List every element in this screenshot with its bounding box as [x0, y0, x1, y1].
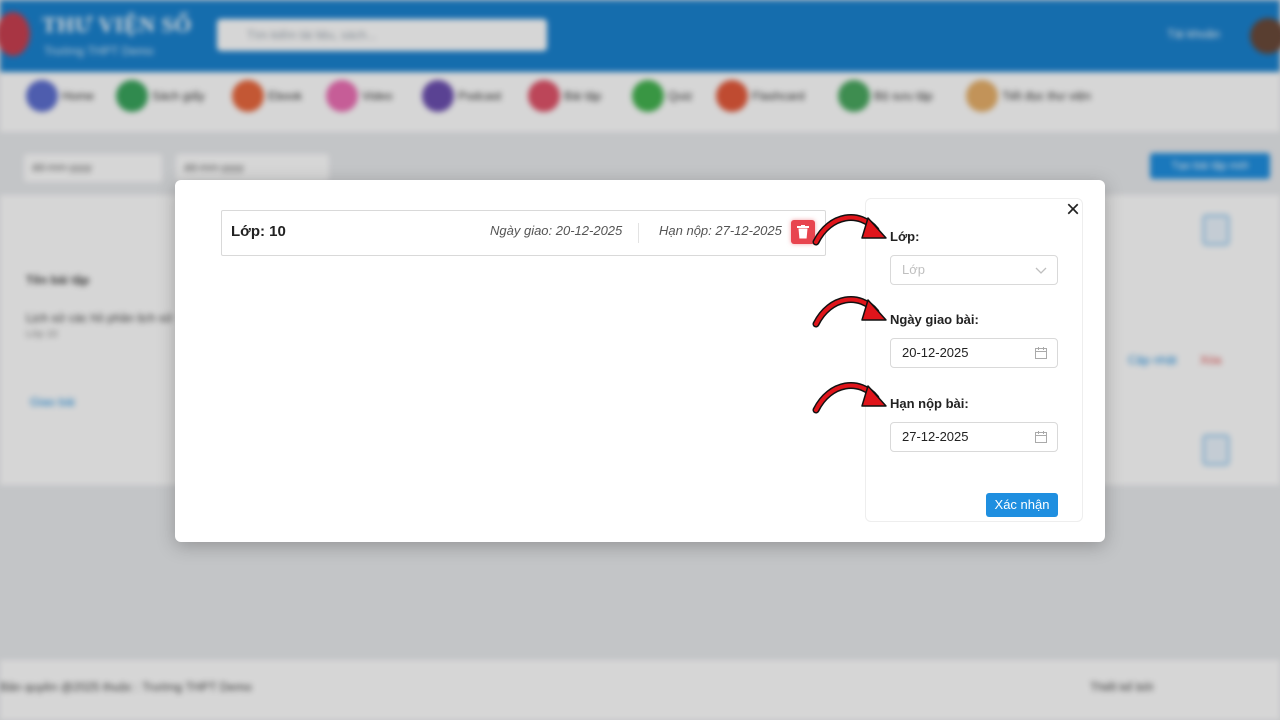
class-label: Lớp: 10: [231, 223, 286, 240]
divider: [638, 223, 639, 243]
annotation-arrow: [812, 214, 887, 246]
due-date-picker[interactable]: 27-12-2025: [890, 422, 1058, 452]
assign-form: Lớp: Lớp Ngày giao bài: 20-12-2025 Hạn n…: [865, 198, 1083, 522]
calendar-icon: [1035, 431, 1047, 443]
due-field-label: Hạn nộp bài:: [890, 396, 969, 411]
confirm-button[interactable]: Xác nhận: [986, 493, 1058, 517]
annotation-arrow: [812, 382, 887, 414]
assign-modal: × Lớp: 10 Ngày giao: 20-12-2025 Hạn nộp:…: [175, 180, 1105, 542]
trash-icon: [797, 225, 809, 239]
due-date-value: 27-12-2025: [902, 429, 969, 444]
class-select-placeholder: Lớp: [902, 262, 925, 277]
assign-date: Ngày giao: 20-12-2025: [490, 223, 623, 238]
calendar-icon: [1035, 347, 1047, 359]
assign-field-label: Ngày giao bài:: [890, 312, 979, 327]
assign-date-value: 20-12-2025: [902, 345, 969, 360]
class-field-label: Lớp:: [890, 229, 920, 244]
chevron-down-icon: [1035, 267, 1047, 274]
annotation-arrow: [812, 296, 887, 328]
class-select[interactable]: Lớp: [890, 255, 1058, 285]
assigned-class-card: Lớp: 10 Ngày giao: 20-12-2025 Hạn nộp: 2…: [221, 210, 826, 256]
assign-date-picker[interactable]: 20-12-2025: [890, 338, 1058, 368]
due-date: Hạn nộp: 27-12-2025: [659, 223, 782, 238]
